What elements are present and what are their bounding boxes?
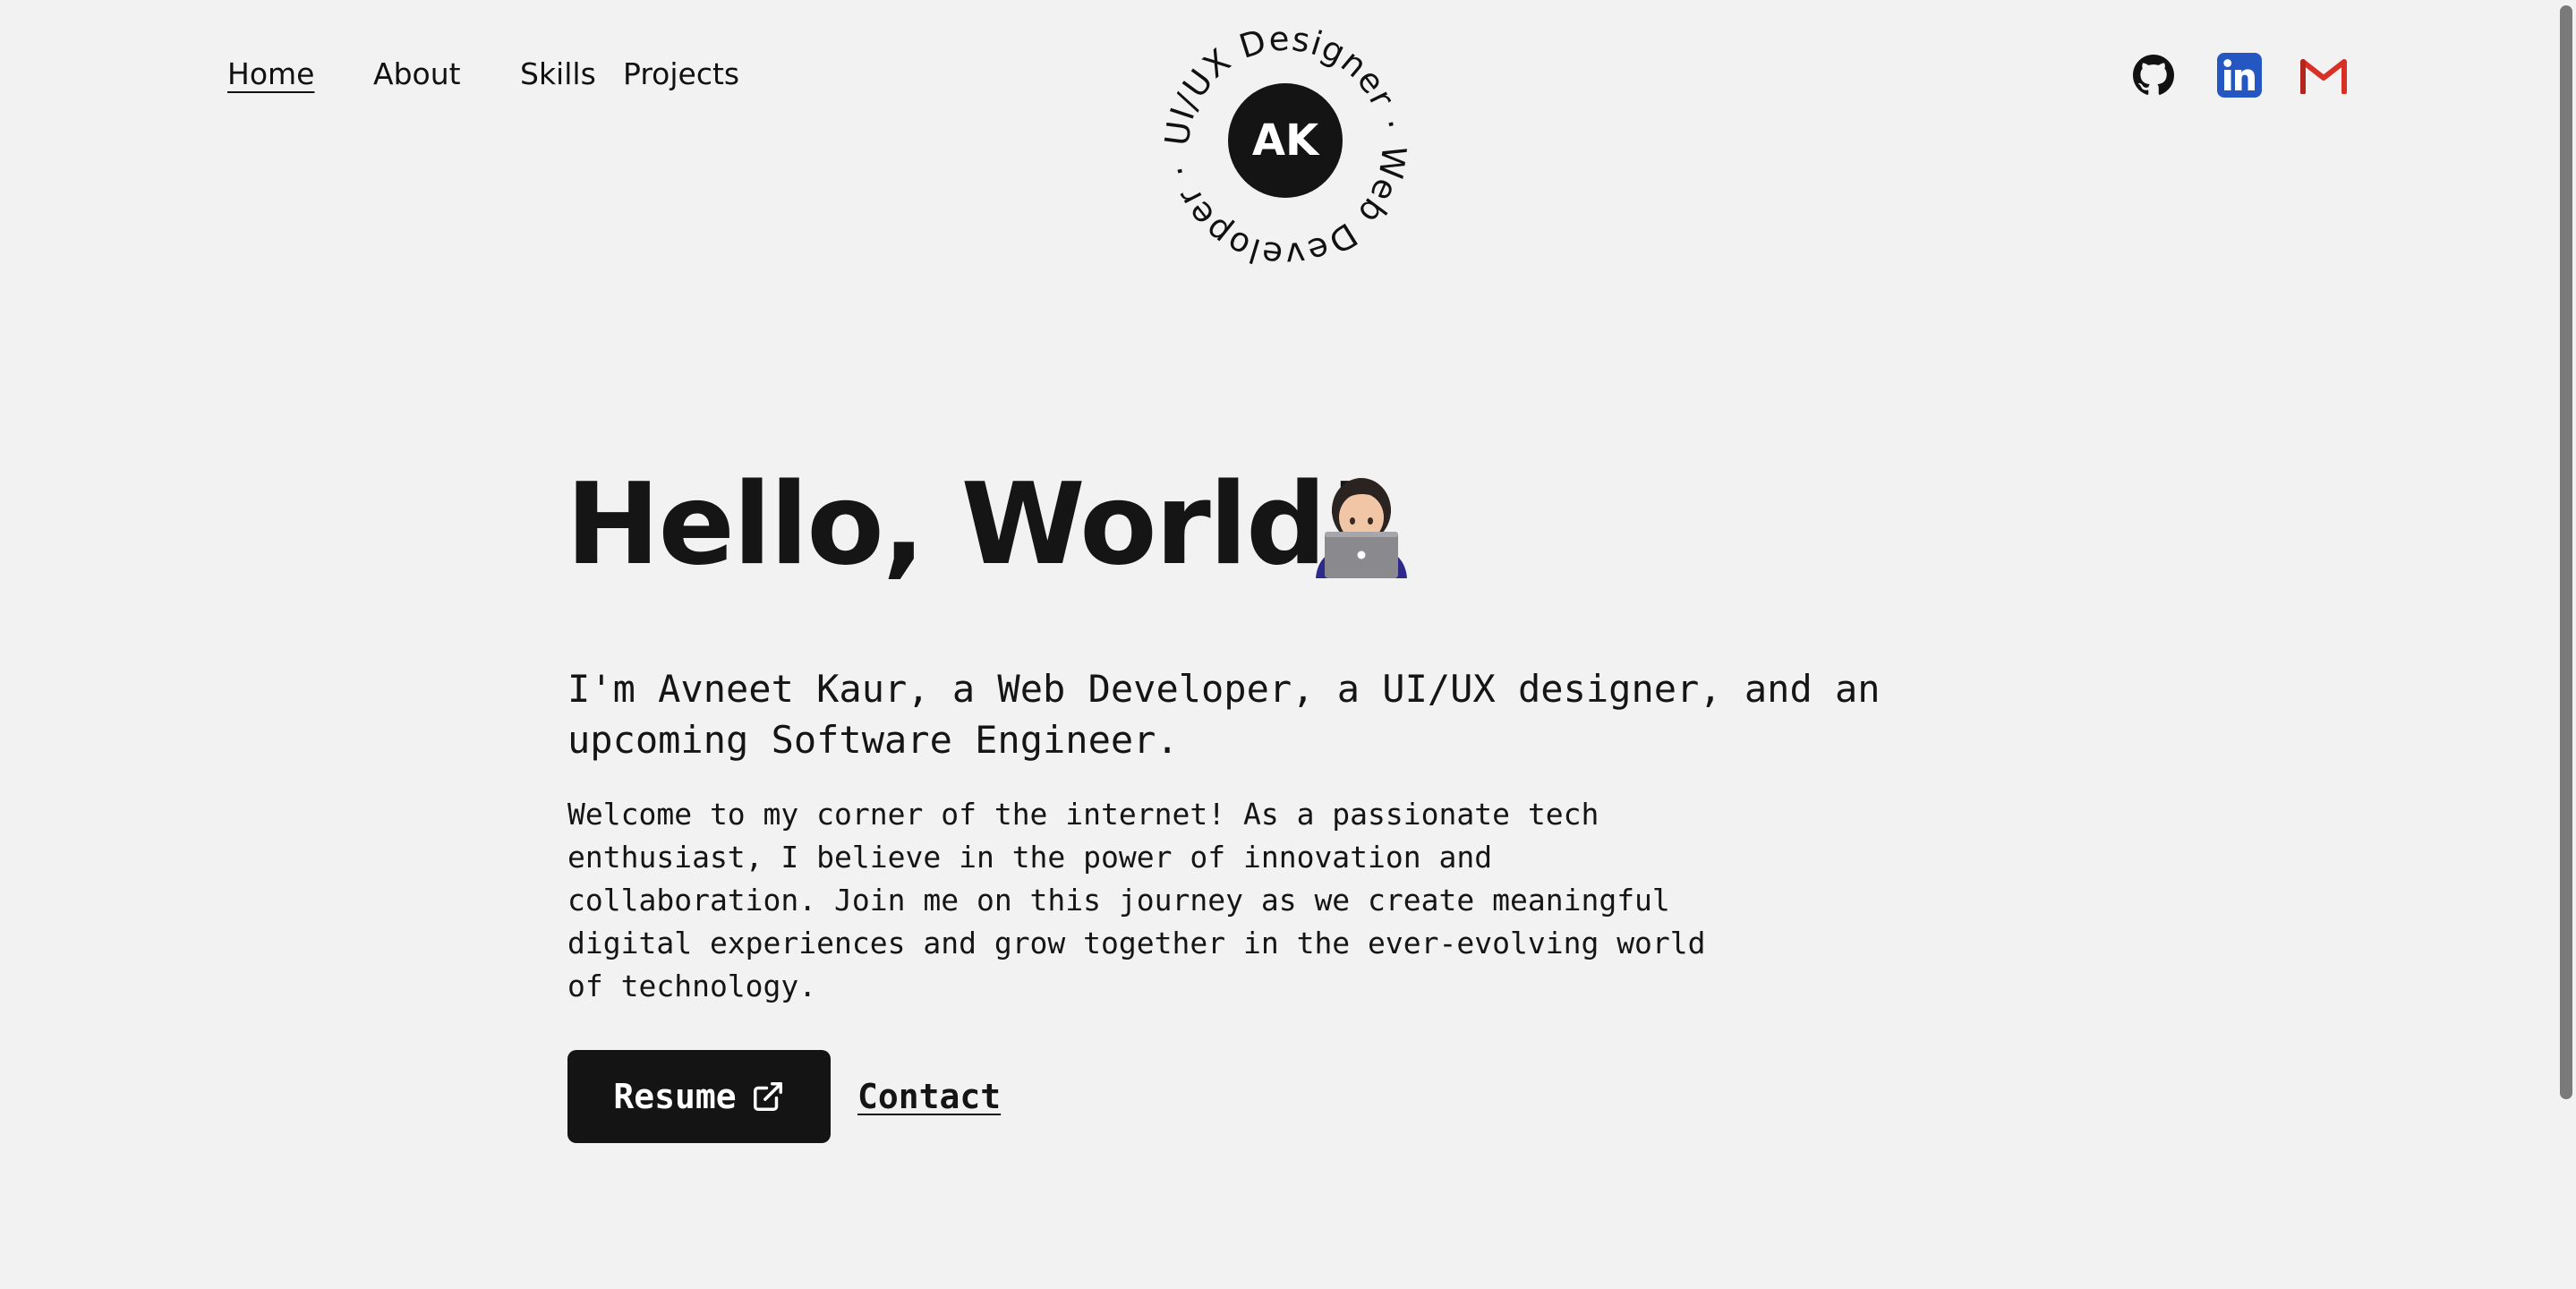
linkedin-link[interactable] [2214,50,2265,100]
logo-initials: AK [1252,115,1320,166]
hero-title: Hello, World! [566,458,1377,590]
gmail-icon [2300,59,2347,94]
nav-item-skills[interactable]: Skills [520,52,596,97]
contact-link[interactable]: Contact [857,1072,1001,1121]
nav-item-projects[interactable]: Projects [623,52,739,97]
scrollbar[interactable] [2553,0,2576,1289]
linkedin-icon [2217,53,2262,98]
external-link-icon [753,1082,782,1111]
github-icon [2133,55,2174,95]
logo-svg: UI/UX Designer · Web Developer · AK [1157,20,1412,275]
nav-item-home[interactable]: Home [227,52,314,97]
hero-lead: I'm Avneet Kaur, a Web Developer, a UI/U… [567,667,1881,762]
hero-body: Welcome to my corner of the internet! As… [567,797,1706,1003]
resume-button-label: Resume [613,1077,737,1116]
gmail-link[interactable] [2299,50,2349,100]
logo-badge[interactable]: UI/UX Designer · Web Developer · AK [1155,16,1416,277]
nav-item-about[interactable]: About [373,52,461,97]
scrollbar-thumb[interactable] [2560,5,2572,1099]
woman-technologist-icon [1312,474,1411,578]
github-link[interactable] [2128,50,2179,100]
resume-button[interactable]: Resume [567,1050,831,1143]
